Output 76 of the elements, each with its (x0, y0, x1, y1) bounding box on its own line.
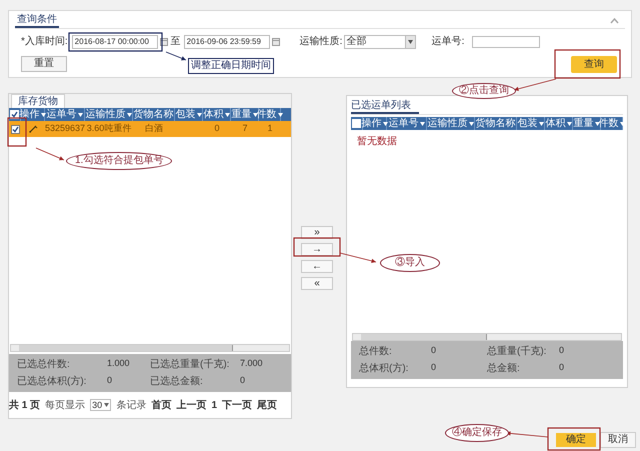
summary-value: 0 (431, 361, 436, 374)
records-label: 条记录 (116, 398, 146, 412)
table-cell-text: 3.60吨重件 (86, 122, 132, 136)
callout-arrow (514, 78, 556, 91)
callout-label: 调整正确日期时间 (188, 58, 274, 74)
table-row[interactable]: 53259637 3.60吨重件 白酒 0 7 1 (9, 121, 291, 137)
summary-label: 已选总重量(千克): (150, 358, 230, 372)
summary-label: 总金额: (487, 362, 521, 376)
column-header[interactable]: 包装 (517, 117, 545, 130)
table-cell-text: 7 (242, 122, 248, 136)
panel-title: 查询条件 (15, 13, 59, 28)
search-button[interactable]: 查询 (571, 56, 617, 73)
horizontal-scrollbar[interactable] (352, 333, 622, 341)
field-label: *入库时间: (21, 36, 68, 48)
waybill-field[interactable] (472, 36, 540, 48)
pagination-link[interactable]: 尾页 (257, 398, 277, 412)
callout-arrow (36, 148, 64, 160)
summary-label: 总体积(方): (359, 362, 410, 376)
empty-message: 暂无数据 (357, 134, 398, 149)
column-header[interactable]: 操作 (363, 117, 387, 130)
checkbox[interactable] (10, 124, 20, 134)
column-header[interactable]: 货物名称 (475, 117, 517, 130)
summary-value: 0 (559, 361, 564, 374)
summary-value: 7.000 (240, 357, 263, 370)
page-size-label: 每页显示 (45, 398, 86, 412)
dropdown-caret-icon (408, 40, 413, 44)
dropdown-caret-icon (104, 403, 110, 407)
summary-value: 0 (431, 344, 436, 357)
transfer-button[interactable]: » (301, 226, 333, 239)
summary-value: 1.000 (107, 357, 130, 370)
summary-label: 已选总体积(方): (17, 374, 88, 389)
column-header[interactable]: 运输性质 (427, 117, 475, 130)
column-header[interactable]: 件数 (601, 117, 623, 130)
column-header[interactable]: 体积 (545, 117, 573, 130)
transport-select[interactable]: 全部 (344, 34, 416, 48)
edit-icon[interactable] (28, 125, 38, 133)
pagination-link[interactable]: 1 (211, 398, 217, 412)
table-cell-text: 白酒 (145, 122, 163, 136)
table-cell-text: 1 (267, 122, 272, 136)
confirm-button[interactable]: 确定 (556, 433, 596, 447)
highlight-frame (7, 117, 27, 147)
summary-label: 总件数: (359, 344, 393, 359)
field-label: 运输性质: (300, 34, 340, 49)
summary-value: 0 (240, 374, 246, 387)
column-header[interactable]: 运单号 (387, 117, 427, 130)
horizontal-scrollbar[interactable] (10, 344, 290, 352)
transfer-button[interactable]: ← (301, 260, 333, 273)
pagination-link[interactable]: 上一页 (176, 398, 206, 412)
summary-label: 已选总金额: (150, 374, 204, 389)
table-cell-text: 0 (214, 122, 220, 136)
highlight-frame (554, 49, 621, 79)
date-field[interactable]: 2016-09-06 23:59:59 (184, 34, 270, 48)
page-size-select[interactable]: 30 (90, 399, 112, 411)
panel-tab[interactable]: 库存货物 (11, 94, 65, 108)
date-field[interactable]: 2016-08-17 00:00:00 (72, 34, 158, 48)
pagination-link[interactable]: 首页 (151, 398, 172, 412)
transfer-button[interactable]: « (301, 277, 333, 290)
table-cell-text: 53259637 (44, 122, 86, 136)
reset-button[interactable]: 重置 (21, 56, 67, 72)
summary-label: 总重量(千克): (487, 344, 548, 359)
cancel-button[interactable]: 取消 (600, 432, 636, 448)
transfer-button[interactable]: → (301, 243, 333, 256)
summary-value: 0 (559, 344, 564, 357)
collapse-icon[interactable] (610, 18, 619, 24)
separator-text: 至 (170, 35, 181, 49)
callout-arrow (340, 252, 376, 264)
callout-label: ④确定保存 (445, 424, 509, 442)
highlight-frame (293, 237, 341, 257)
summary-value: 0 (107, 374, 112, 387)
pagination-link[interactable]: 下一页 (222, 398, 252, 412)
callout-arrow (166, 52, 186, 60)
page-count-text: 共 1 页 (9, 398, 40, 412)
summary-label: 已选总件数: (17, 358, 71, 372)
highlight-frame (547, 427, 601, 451)
field-label: 运单号: (432, 34, 466, 49)
panel-title: 已选运单列表 (351, 99, 419, 114)
